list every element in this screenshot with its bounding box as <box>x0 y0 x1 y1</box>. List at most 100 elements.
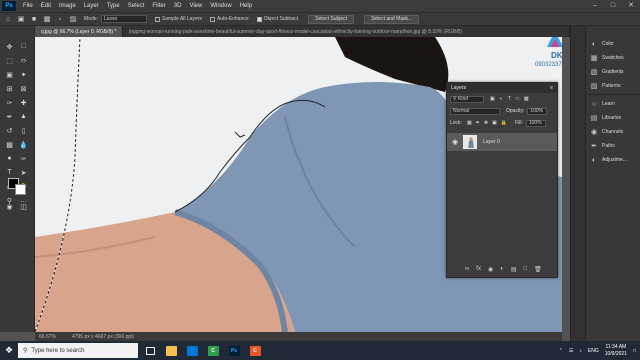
tab-jogging-woman[interactable]: jogging-woman-running-park-sunshine-beau… <box>123 26 570 37</box>
quick-mask-icon[interactable]: ◉ <box>5 202 14 211</box>
auto-enhance-checkbox[interactable]: Auto-Enhance <box>209 16 249 22</box>
adjustment-layer-icon[interactable]: ◐ <box>500 266 504 273</box>
blend-mode-select[interactable]: Normal <box>450 107 500 115</box>
mode-select[interactable]: Lasso <box>100 15 147 23</box>
menu-layer[interactable]: Layer <box>80 3 103 9</box>
intersect-selection-icon[interactable]: ▨ <box>68 14 78 24</box>
type-tool-icon[interactable]: T <box>5 168 14 177</box>
language-indicator[interactable]: ENG <box>588 348 599 354</box>
new-group-icon[interactable]: ▤ <box>511 266 517 273</box>
menu-view[interactable]: View <box>185 3 206 9</box>
marquee-tool-icon[interactable]: ⬚ <box>5 56 14 65</box>
lasso-tool-icon[interactable]: ➱ <box>19 56 28 65</box>
photoshop-logo-icon[interactable]: Ps <box>2 1 16 11</box>
eyedropper-tool-icon[interactable]: ✑ <box>5 98 14 107</box>
file-explorer-icon[interactable] <box>162 341 180 360</box>
panel-menu-icon[interactable]: ≡ <box>550 85 553 91</box>
panel-color[interactable]: ◐ Color <box>590 40 614 48</box>
new-layer-icon[interactable]: □ <box>524 266 528 273</box>
zoom-level[interactable]: 66.67% <box>39 334 56 340</box>
filter-adjustment-icon[interactable]: ◐ <box>500 96 503 102</box>
opacity-input[interactable]: 100% <box>527 107 548 115</box>
panel-patterns[interactable]: ▨ Patterns <box>590 82 621 90</box>
windows-start-icon[interactable]: ❖ <box>0 341 18 360</box>
panel-paths[interactable]: ✒ Paths <box>590 142 615 150</box>
menu-select[interactable]: Select <box>124 3 149 9</box>
move-tool-icon[interactable]: ✥ <box>5 42 14 51</box>
blur-tool-icon[interactable]: 💧 <box>19 140 28 149</box>
lock-all-icon[interactable]: 🔒 <box>501 120 507 126</box>
taskbar-search-box[interactable]: ⚲ Type here to search <box>18 343 138 358</box>
close-icon[interactable]: ✕ <box>622 0 640 12</box>
menu-file[interactable]: File <box>19 3 37 9</box>
artboard-tool-icon[interactable]: □ <box>19 42 28 51</box>
visibility-eye-icon[interactable]: ◉ <box>452 138 458 146</box>
frame-tool-icon[interactable]: ⊠ <box>19 84 28 93</box>
eraser-tool-icon[interactable]: ▯ <box>19 126 28 135</box>
menu-window[interactable]: Window <box>206 3 235 9</box>
history-brush-tool-icon[interactable]: ↺ <box>5 126 14 135</box>
menu-image[interactable]: Image <box>55 3 80 9</box>
brush-tool-icon[interactable]: ✒ <box>5 112 14 121</box>
panel-channels[interactable]: ◉ Channels <box>590 128 623 136</box>
link-layers-icon[interactable]: ∞ <box>465 266 469 273</box>
filter-shape-icon[interactable]: □ <box>516 96 519 102</box>
gradient-tool-icon[interactable]: ▩ <box>5 140 14 149</box>
home-icon[interactable]: ⌂ <box>3 14 13 24</box>
layer-style-icon[interactable]: fx <box>476 266 481 273</box>
tab-q-jpg[interactable]: q.jpg @ 66.7% (Layer 0, RGB/8) * <box>35 26 123 37</box>
camtasia-icon[interactable]: C <box>204 341 222 360</box>
menu-help[interactable]: Help <box>236 3 256 9</box>
photoshop-taskbar-icon[interactable]: Ps <box>225 341 243 360</box>
object-subtract-checkbox[interactable]: Object Subtract <box>256 16 298 22</box>
layer-name[interactable]: Layer 0 <box>483 139 500 145</box>
panel-gradients[interactable]: ▧ Gradients <box>590 68 624 76</box>
filter-kind-select[interactable]: ⚲ Kind <box>450 95 484 103</box>
subtract-selection-icon[interactable]: ▫ <box>55 14 65 24</box>
task-view-icon[interactable] <box>141 341 159 360</box>
path-selection-tool-icon[interactable]: ➤ <box>19 168 28 177</box>
select-and-mask-button[interactable]: Select and Mask... <box>364 14 420 24</box>
delete-layer-icon[interactable]: 🗑 <box>534 266 542 273</box>
menu-edit[interactable]: Edit <box>37 3 55 9</box>
notification-icon[interactable]: □ <box>633 348 636 354</box>
add-mask-icon[interactable]: ◉ <box>488 266 493 273</box>
recorder-app-icon[interactable]: C <box>246 341 264 360</box>
lock-pixels-icon[interactable]: ✒ <box>476 120 480 126</box>
add-to-selection-icon[interactable]: ▩ <box>42 14 52 24</box>
filter-type-icon[interactable]: T <box>508 96 511 102</box>
lock-position-icon[interactable]: ✥ <box>484 120 488 126</box>
new-selection-icon[interactable]: ■ <box>29 14 39 24</box>
fill-input[interactable]: 100% <box>525 119 546 127</box>
pen-tool-icon[interactable]: ✑ <box>19 154 28 163</box>
filter-pixel-icon[interactable]: ▣ <box>490 96 495 102</box>
spot-healing-tool-icon[interactable]: ✚ <box>19 98 28 107</box>
layers-panel-header[interactable]: Layers ≡ <box>447 83 557 93</box>
screen-mode-icon[interactable]: ◫ <box>19 202 28 211</box>
menu-type[interactable]: Type <box>103 3 124 9</box>
layer-row[interactable]: ◉ Layer 0 <box>447 133 557 151</box>
minimize-icon[interactable]: – <box>586 0 604 12</box>
tray-overflow-icon[interactable]: ⌃ <box>559 348 563 354</box>
crop-tool-icon[interactable]: ⊞ <box>5 84 14 93</box>
sample-all-layers-checkbox[interactable]: Sample All Layers <box>154 16 202 22</box>
panel-libraries[interactable]: ▤ Libraries <box>590 114 622 122</box>
lock-transparent-icon[interactable]: ▦ <box>467 120 472 126</box>
menu-3d[interactable]: 3D <box>170 3 186 9</box>
magic-wand-tool-icon[interactable]: ✦ <box>19 70 28 79</box>
volume-icon[interactable]: ♪ <box>579 348 582 354</box>
object-selection-tool-icon[interactable]: ▣ <box>5 70 14 79</box>
microsoft-store-icon[interactable] <box>183 341 201 360</box>
filter-smart-icon[interactable]: ▩ <box>524 96 529 102</box>
clone-stamp-tool-icon[interactable]: ▲ <box>19 112 28 121</box>
panel-learn[interactable]: ○ Learn <box>590 100 615 108</box>
select-subject-button[interactable]: Select Subject <box>308 14 355 24</box>
background-color-swatch[interactable] <box>15 184 26 195</box>
network-icon[interactable]: ☰ <box>569 348 573 354</box>
taskbar-clock[interactable]: 11:34 AM 10/9/2021 <box>605 344 627 358</box>
object-selection-tool-icon[interactable]: ▣ <box>16 14 26 24</box>
panel-swatches[interactable]: ▦ Swatches <box>590 54 624 62</box>
dodge-tool-icon[interactable]: ● <box>5 154 14 163</box>
lock-artboard-icon[interactable]: ▣ <box>492 120 497 126</box>
panel-adjustments[interactable]: ◐ Adjustme... <box>590 156 627 164</box>
